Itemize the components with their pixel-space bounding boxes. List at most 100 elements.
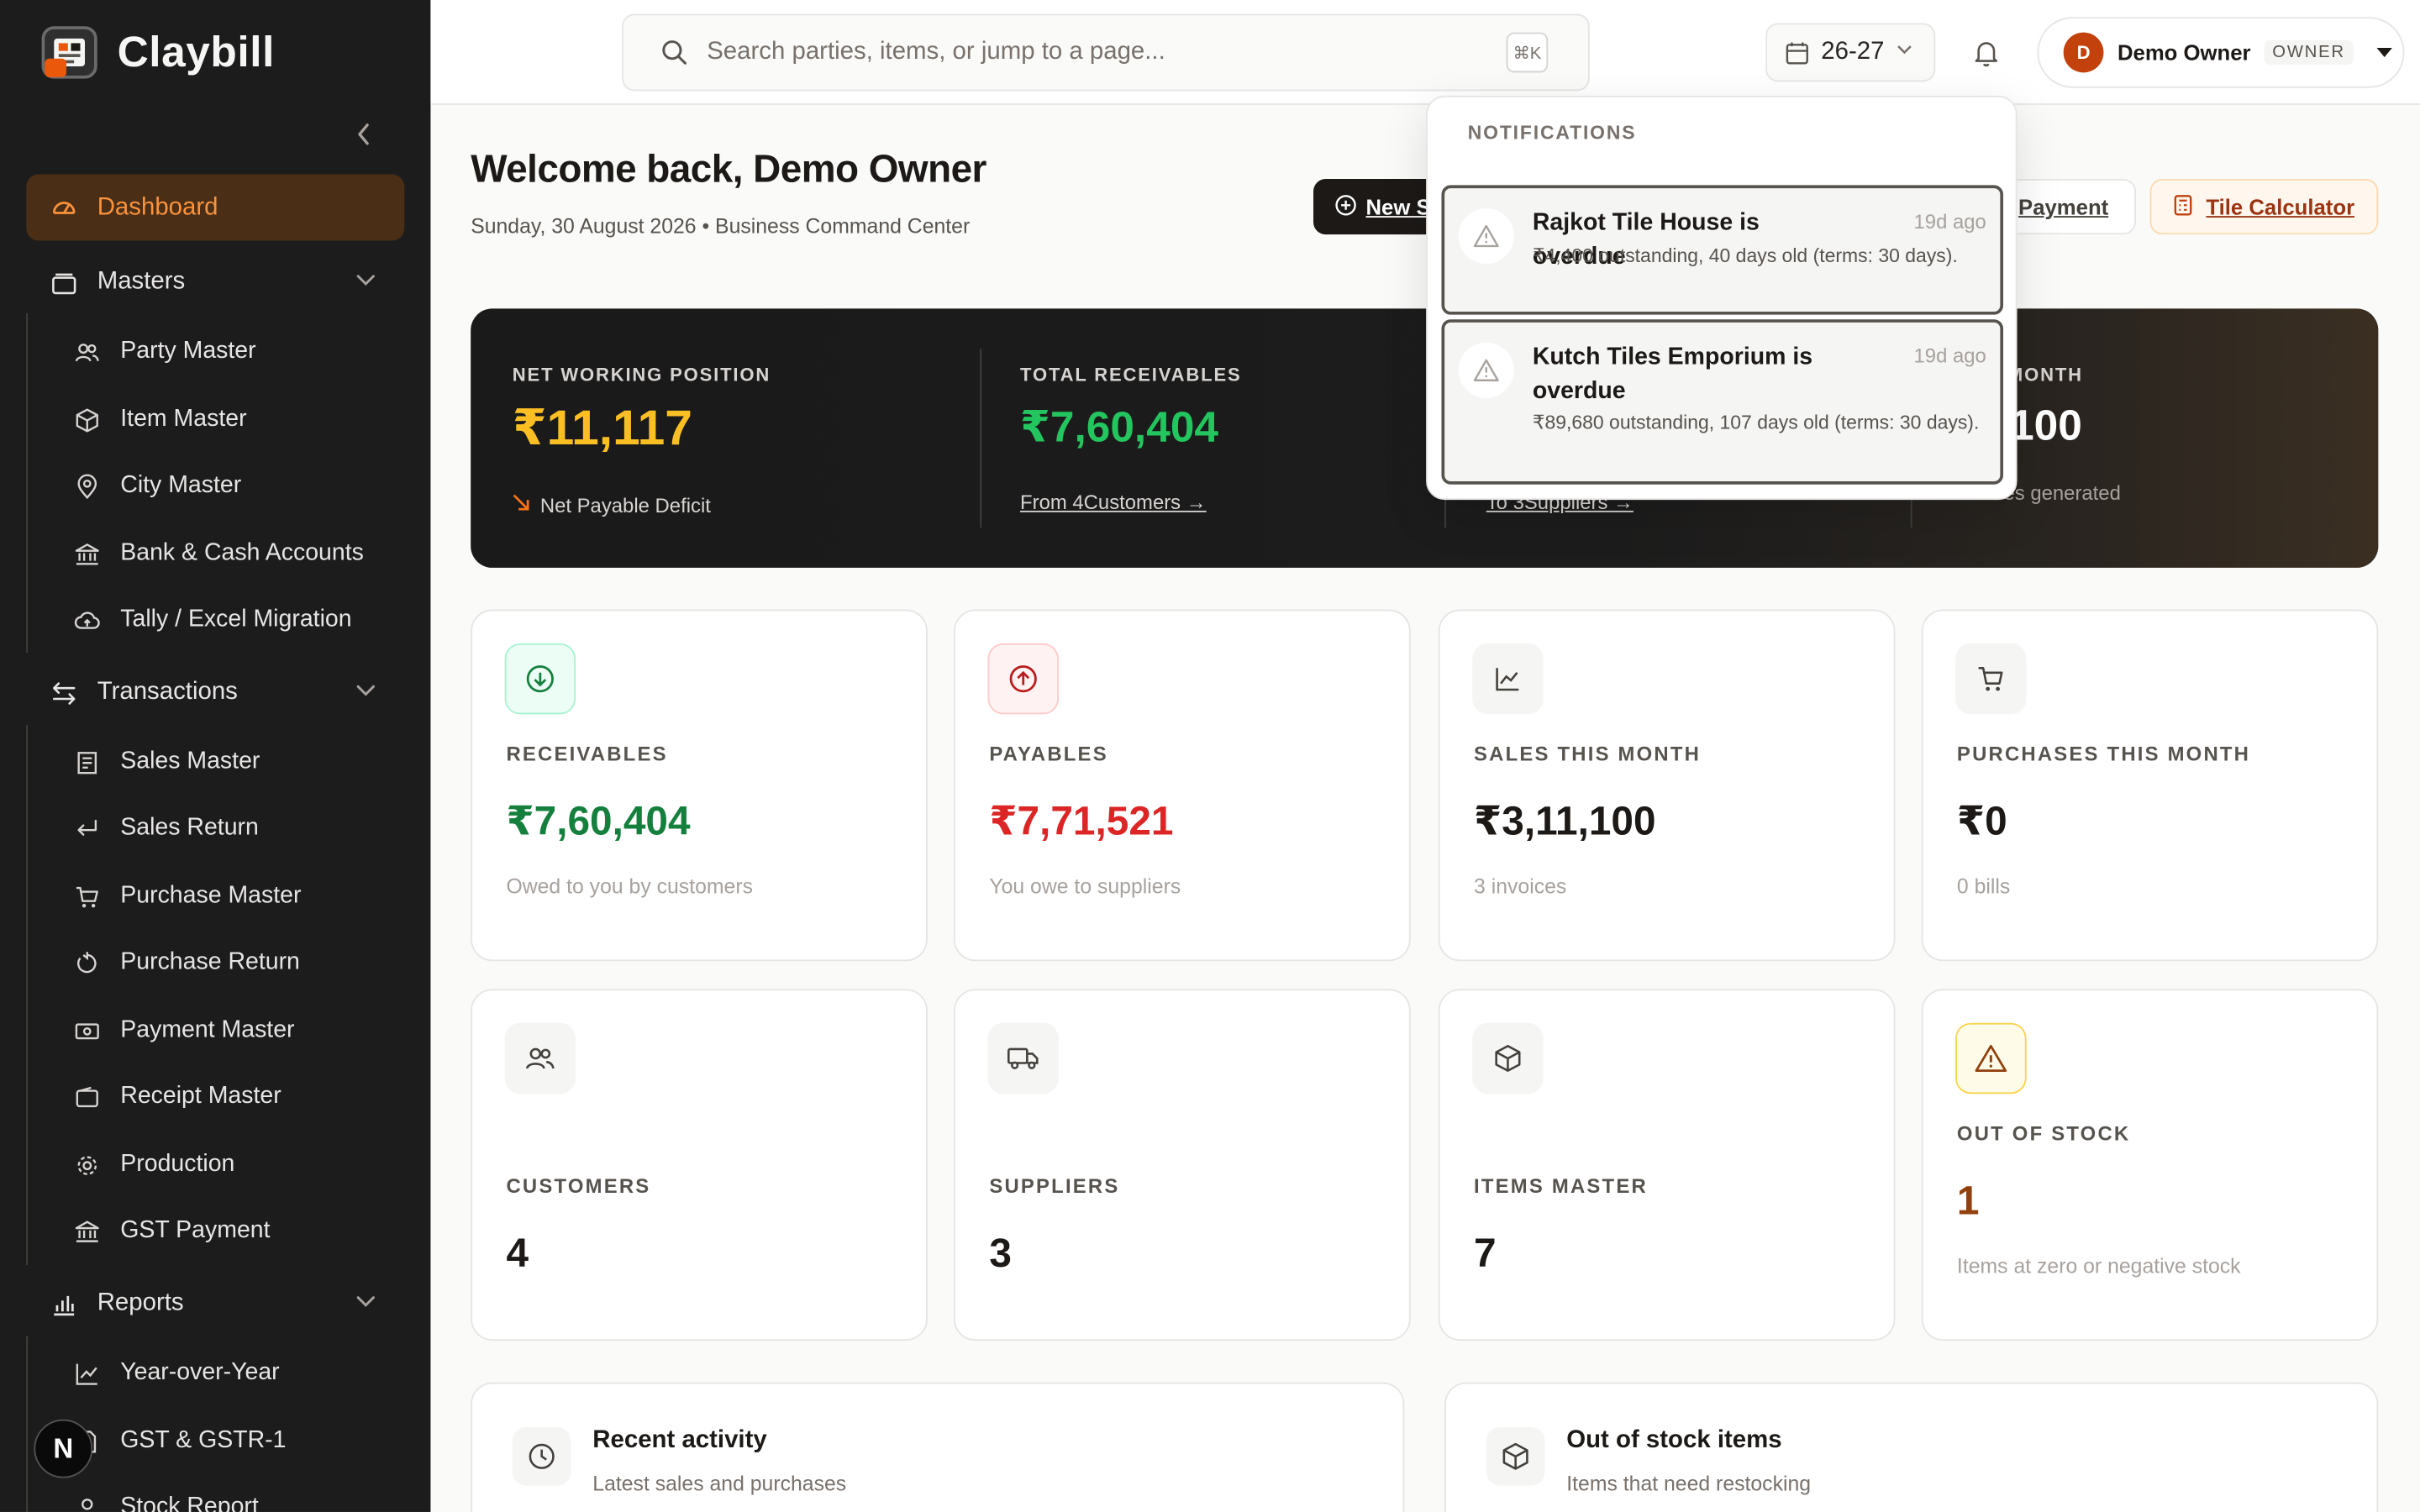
notification-item[interactable]: Rajkot Tile House is overdue 19d ago ₹4,… (1441, 185, 2004, 315)
sidebar-item-item-master[interactable]: Item Master (74, 395, 247, 444)
card-label: PAYABLES (989, 742, 1108, 766)
items-master-card[interactable]: ITEMS MASTER 7 (1438, 989, 1896, 1341)
dev-tools-badge[interactable]: N (34, 1419, 93, 1478)
purchases-this-month-card[interactable]: PURCHASES THIS MONTH ₹0 0 bills (1921, 609, 2379, 962)
sidebar-item-gst-gstr1[interactable]: GST & GSTR-1 (74, 1416, 286, 1466)
users-icon (74, 1494, 100, 1512)
receivables-card[interactable]: RECEIVABLES ₹7,60,404 Owed to you by cus… (471, 609, 928, 962)
card-label: ITEMS MASTER (1474, 1173, 1648, 1198)
brand[interactable]: Claybill (40, 22, 275, 83)
arrow-up-circle-icon (987, 643, 1059, 715)
new-sale-label: New S (1365, 194, 1431, 219)
notification-title: Kutch Tiles Emporium is overdue (1532, 344, 1813, 405)
warning-icon (1458, 342, 1514, 398)
sidebar-item-production[interactable]: Production (74, 1140, 234, 1189)
bell-icon[interactable] (1970, 37, 2002, 68)
card-label: CUSTOMERS (506, 1173, 651, 1198)
sidebar-item-bank-cash[interactable]: Bank & Cash Accounts (74, 529, 364, 579)
notifications-dropdown: NOTIFICATIONS Rajkot Tile House is overd… (1426, 95, 2018, 501)
users-icon (74, 339, 100, 365)
sales-this-month-card[interactable]: SALES THIS MONTH ₹3,11,100 3 invoices (1438, 609, 1896, 962)
card-sub: You owe to suppliers (989, 874, 1181, 898)
recent-activity-panel: Recent activity Latest sales and purchas… (471, 1382, 1405, 1512)
card-value: 4 (506, 1229, 529, 1276)
plus-circle-icon (1335, 194, 1357, 220)
shortcut-badge: ⌘K (1506, 32, 1549, 73)
archive-icon (51, 270, 77, 296)
gauge-icon (51, 194, 77, 220)
sidebar-item-gst-payment[interactable]: GST Payment (74, 1206, 271, 1256)
box-icon (74, 407, 100, 433)
card-value: ₹7,71,521 (989, 797, 1174, 844)
bank-icon (74, 541, 100, 567)
net-position-banner: NET WORKING POSITION ₹11,117 Net Payable… (471, 308, 2379, 568)
tile-calculator-button[interactable]: Tile Calculator (2149, 179, 2379, 235)
suppliers-card[interactable]: SUPPLIERS 3 (954, 989, 1411, 1341)
truck-icon (987, 1022, 1059, 1095)
divider (980, 349, 982, 528)
page-subtitle: Sunday, 30 August 2026 • Business Comman… (471, 214, 971, 238)
hero-receivables-label: TOTAL RECEIVABLES (1020, 364, 1242, 386)
sidebar-item-stock-report[interactable]: Stock Report (74, 1483, 259, 1512)
sidebar-item-receipt-master[interactable]: Receipt Master (74, 1073, 281, 1122)
trend-chart-icon (1472, 643, 1544, 715)
user-menu[interactable]: D Demo Owner OWNER (2037, 17, 2405, 88)
nav-group-transactions[interactable]: Transactions (26, 665, 404, 721)
customers-card[interactable]: CUSTOMERS 4 (471, 989, 928, 1341)
card-value: ₹0 (1956, 797, 2007, 844)
hero-receivables-link[interactable]: From 4Customers → (1020, 491, 1207, 514)
sidebar-item-label: Receipt Master (120, 1083, 281, 1110)
sidebar-item-label: Purchase Return (120, 948, 300, 975)
out-of-stock-card[interactable]: OUT OF STOCK 1 Items at zero or negative… (1921, 989, 2379, 1341)
card-value: 7 (1474, 1229, 1497, 1276)
sidebar-item-purchase-master[interactable]: Purchase Master (74, 872, 301, 921)
calculator-icon (2174, 194, 2194, 220)
fiscal-year-value: 26-27 (1821, 38, 1885, 66)
rotate-icon (74, 949, 100, 975)
sidebar-item-year-over-year[interactable]: Year-over-Year (74, 1348, 280, 1398)
chevron-down-icon (1895, 39, 1913, 66)
notification-item[interactable]: Kutch Tiles Emporium is overdue 19d ago … (1441, 319, 2004, 485)
warning-icon (1458, 207, 1514, 265)
card-value: ₹3,11,100 (1474, 797, 1656, 844)
hero-net-sub-text: Net Payable Deficit (539, 493, 711, 517)
hero-net-label: NET WORKING POSITION (512, 364, 771, 386)
search-input[interactable]: Search parties, items, or jump to a page… (622, 13, 1590, 92)
card-value: 1 (1956, 1177, 1980, 1224)
notification-text: ₹4,400 outstanding, 40 days old (terms: … (1532, 245, 1958, 267)
collapse-sidebar-button[interactable] (349, 118, 380, 151)
sidebar-item-label: Party Master (120, 338, 256, 365)
sidebar-item-label: Sales Master (120, 748, 260, 775)
sidebar-item-tally-migration[interactable]: Tally / Excel Migration (74, 596, 352, 645)
card-label: SALES THIS MONTH (1474, 742, 1702, 766)
sidebar-item-sales-return[interactable]: Sales Return (74, 804, 259, 853)
sidebar-item-sales-master[interactable]: Sales Master (74, 738, 260, 787)
subnav-line (26, 725, 29, 1266)
subnav-line (26, 1336, 29, 1512)
tile-calculator-label: Tile Calculator (2206, 194, 2355, 219)
sidebar-item-label: City Master (120, 472, 242, 499)
sidebar-item-city-master[interactable]: City Master (74, 461, 241, 511)
brand-name: Claybill (117, 28, 275, 76)
nav-group-reports-label: Reports (97, 1289, 184, 1316)
map-pin-icon (74, 473, 100, 499)
warning-icon (1955, 1022, 2027, 1095)
hero-receivables-value: ₹7,60,404 (1020, 402, 1219, 451)
fiscal-year-select[interactable]: 26-27 (1765, 23, 1936, 82)
card-sub: 0 bills (1956, 874, 2011, 898)
arrows-exchange-icon (51, 680, 77, 706)
bank-icon (74, 1218, 100, 1244)
page-title: Welcome back, Demo Owner (471, 148, 986, 192)
calendar-icon (1784, 39, 1810, 66)
sidebar-item-payment-master[interactable]: Payment Master (74, 1006, 295, 1056)
panel-title: Out of stock items (1566, 1426, 1782, 1454)
payables-card[interactable]: PAYABLES ₹7,71,521 You owe to suppliers (954, 609, 1411, 962)
nav-dashboard[interactable]: Dashboard (26, 174, 405, 241)
sidebar-item-party-master[interactable]: Party Master (74, 327, 256, 376)
nav-group-masters[interactable]: Masters (26, 255, 404, 310)
nav-group-reports[interactable]: Reports (26, 1276, 404, 1331)
out-of-stock-panel: Out of stock items Items that need resto… (1444, 1382, 2379, 1512)
chevron-down-icon (355, 679, 376, 708)
sidebar-item-purchase-return[interactable]: Purchase Return (74, 938, 300, 988)
card-sub: Owed to you by customers (506, 874, 753, 898)
